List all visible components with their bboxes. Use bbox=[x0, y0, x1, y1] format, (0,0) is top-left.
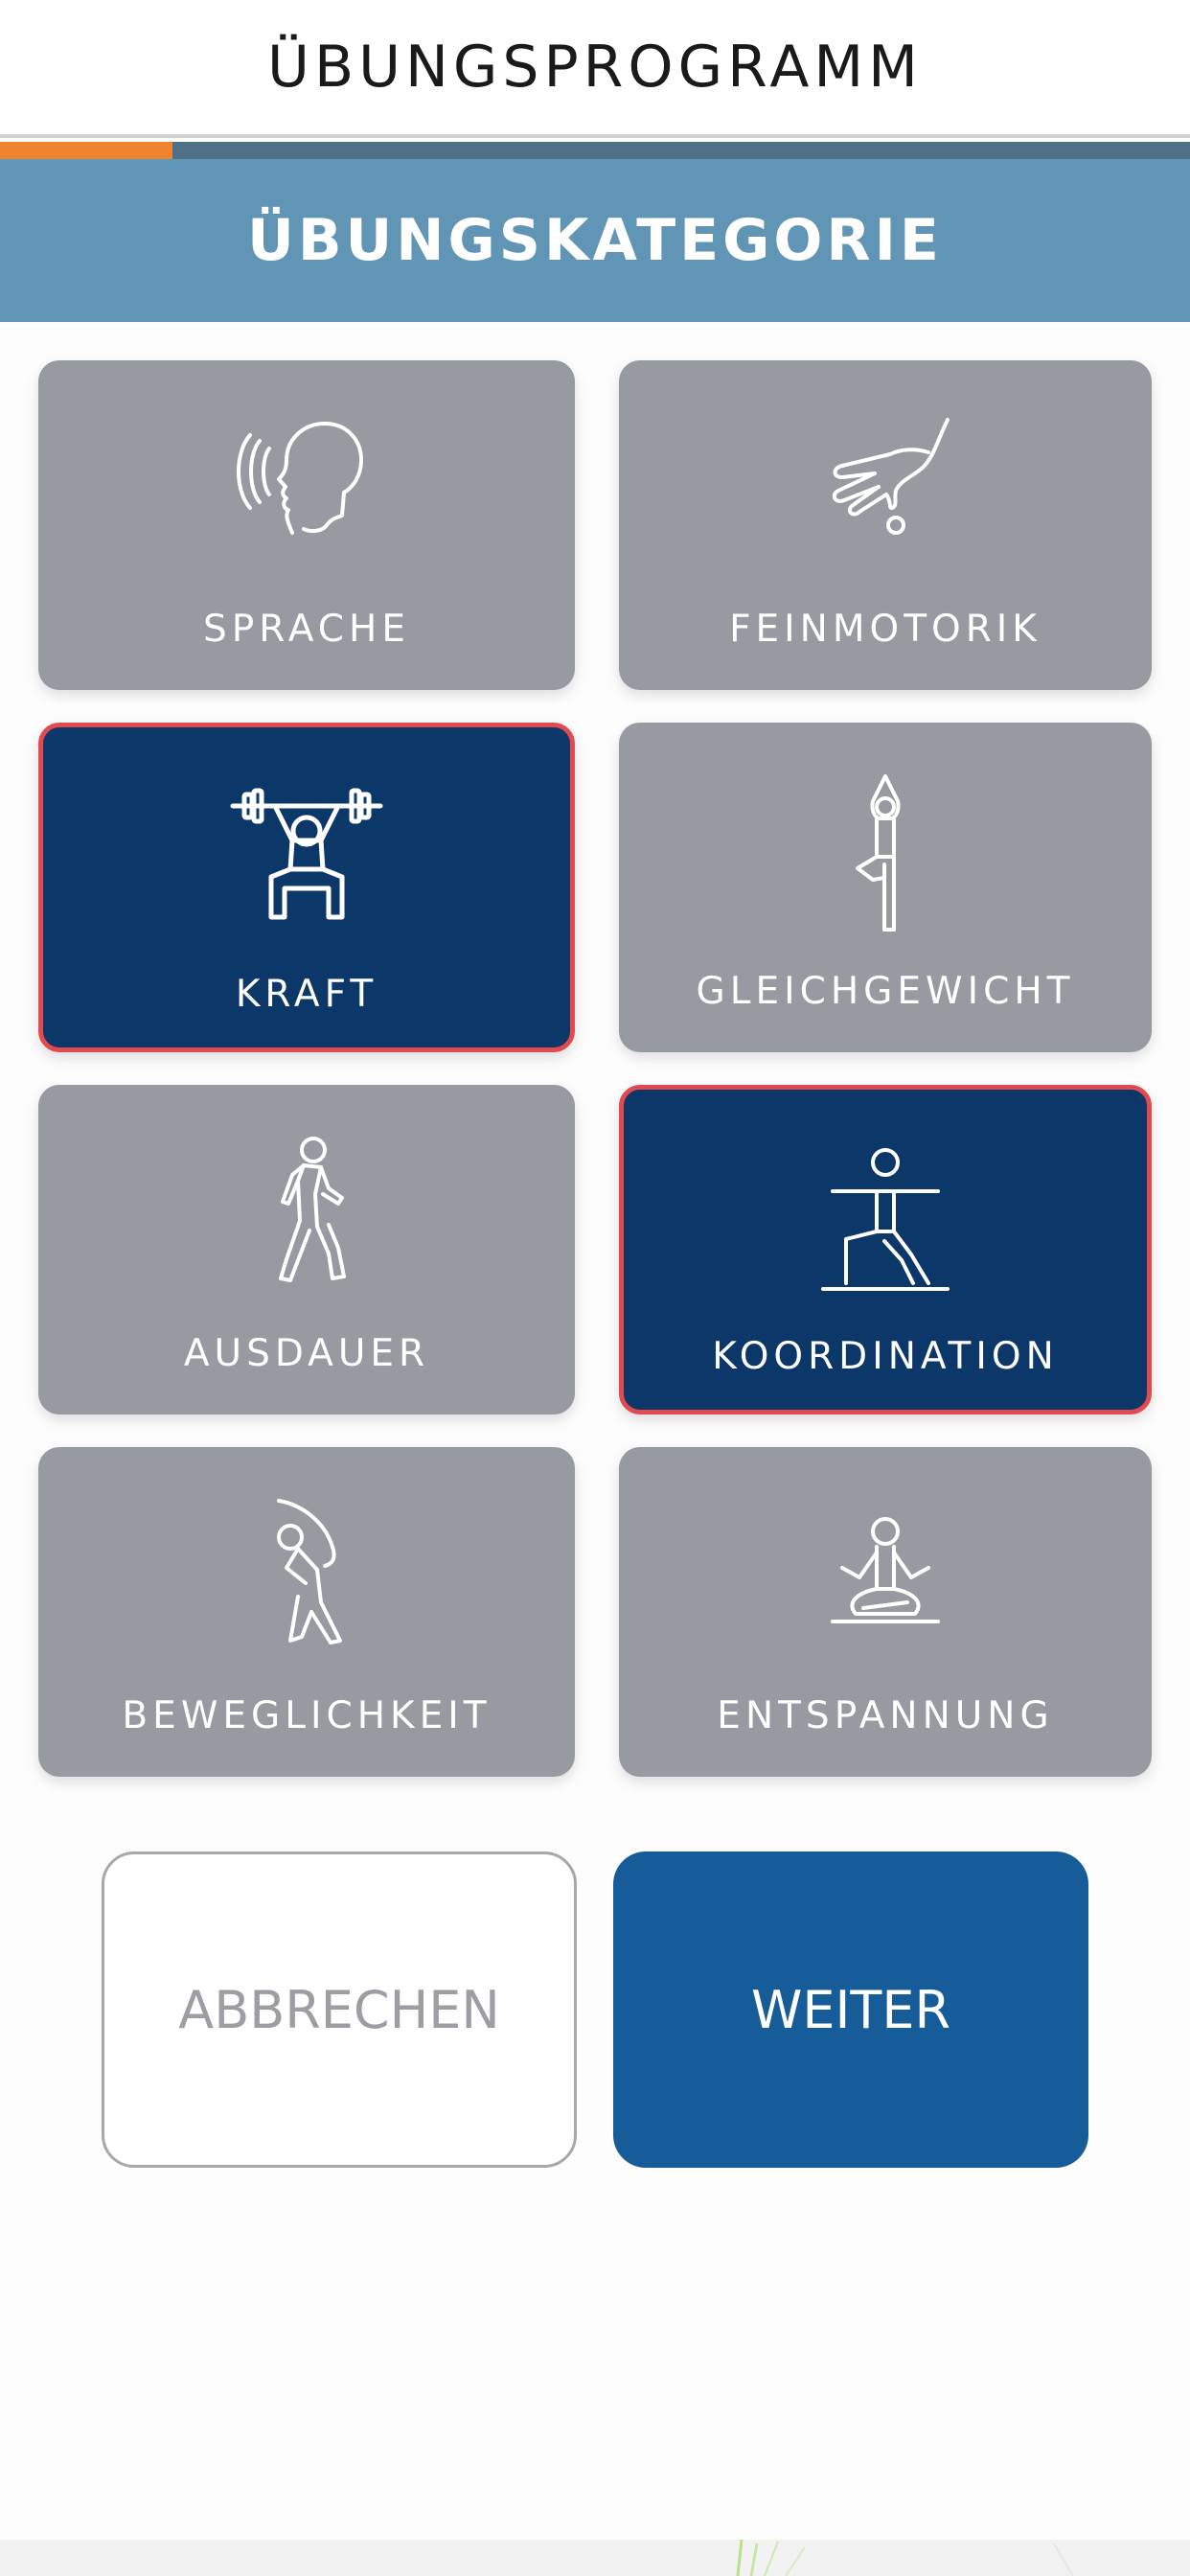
page-title: ÜBUNGSPROGRAMM bbox=[267, 34, 923, 101]
progress-bar bbox=[0, 142, 1190, 159]
category-tile-gleichgewicht[interactable]: GLEICHGEWICHT bbox=[619, 723, 1152, 1052]
category-label: GLEICHGEWICHT bbox=[696, 970, 1075, 1013]
category-label: ENTSPANNUNG bbox=[717, 1694, 1054, 1737]
category-tile-ausdauer[interactable]: AUSDAUER bbox=[38, 1085, 575, 1414]
weightlifter-icon bbox=[225, 777, 388, 940]
speaking-head-icon bbox=[225, 410, 388, 573]
hand-fine-motor-icon bbox=[804, 410, 967, 573]
tree-pose-balance-icon bbox=[804, 772, 967, 935]
progress-fill bbox=[0, 142, 173, 159]
category-label: KOORDINATION bbox=[712, 1335, 1059, 1378]
category-tile-sprache[interactable]: SPRACHE bbox=[38, 360, 575, 690]
cancel-button[interactable]: ABBRECHEN bbox=[102, 1852, 577, 2168]
section-header: ÜBUNGSKATEGORIE bbox=[0, 159, 1190, 322]
category-label: BEWEGLICHKEIT bbox=[122, 1694, 492, 1737]
category-label: AUSDAUER bbox=[183, 1332, 430, 1375]
category-tile-beweglichkeit[interactable]: BEWEGLICHKEIT bbox=[38, 1447, 575, 1777]
app-header: ÜBUNGSPROGRAMM bbox=[0, 0, 1190, 138]
section-title: ÜBUNGSKATEGORIE bbox=[247, 207, 943, 274]
category-tile-koordination[interactable]: KOORDINATION bbox=[619, 1085, 1152, 1414]
category-tile-feinmotorik[interactable]: FEINMOTORIK bbox=[619, 360, 1152, 690]
side-stretch-icon bbox=[225, 1497, 388, 1660]
category-label: SPRACHE bbox=[203, 608, 410, 651]
warrior-pose-icon bbox=[804, 1139, 967, 1302]
category-label: FEINMOTORIK bbox=[729, 608, 1041, 651]
category-label: KRAFT bbox=[235, 973, 378, 1016]
meditation-icon bbox=[804, 1497, 967, 1660]
walking-person-icon bbox=[225, 1135, 388, 1298]
category-grid: SPRACHE FEINMOTORIK KRAFT GLEICHGEWICHT … bbox=[38, 360, 1152, 1777]
category-tile-kraft[interactable]: KRAFT bbox=[38, 723, 575, 1052]
next-button[interactable]: WEITER bbox=[613, 1852, 1088, 2168]
category-tile-entspannung[interactable]: ENTSPANNUNG bbox=[619, 1447, 1152, 1777]
grass-decoration-icon bbox=[736, 2540, 1074, 2576]
